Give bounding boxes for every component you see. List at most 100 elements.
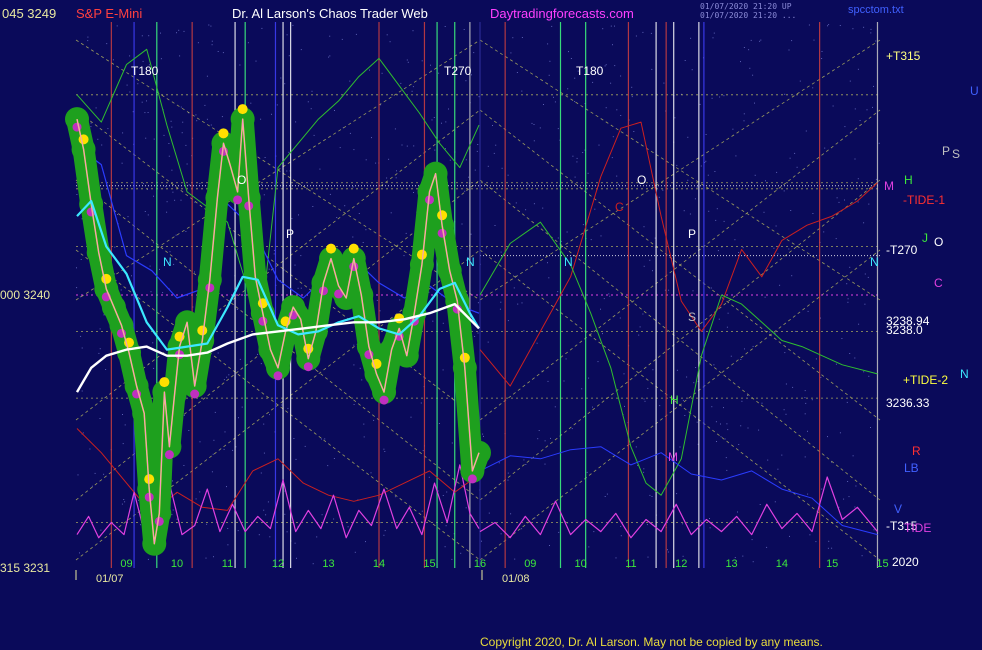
star-dot	[533, 124, 535, 125]
star-dot	[176, 518, 178, 520]
star-dot	[784, 352, 786, 354]
star-dot	[723, 407, 724, 409]
star-dot	[696, 421, 698, 423]
star-dot	[667, 549, 668, 551]
timestamp-2: 01/07/2020 21:20 ...	[700, 11, 797, 20]
star-dot	[166, 211, 168, 213]
star-dot	[783, 190, 785, 192]
hour-tick-label: 11	[222, 558, 233, 570]
star-dot	[608, 293, 610, 295]
star-dot	[328, 56, 330, 58]
star-dot	[523, 330, 525, 332]
star-dot	[237, 530, 239, 532]
outside-label: S	[952, 147, 960, 161]
star-dot	[349, 80, 351, 82]
star-dot	[171, 514, 173, 516]
star-dot	[239, 358, 241, 360]
star-dot	[858, 323, 860, 325]
star-dot	[517, 303, 519, 305]
star-dot	[312, 563, 314, 565]
star-dot	[512, 37, 514, 39]
gold-bar-dot	[326, 243, 337, 254]
star-dot	[726, 423, 728, 425]
star-dot	[709, 527, 711, 529]
star-dot	[859, 120, 861, 121]
star-dot	[268, 268, 270, 270]
star-dot	[602, 333, 603, 335]
point-label: T180	[576, 64, 604, 78]
star-dot	[513, 287, 515, 289]
star-dot	[260, 472, 262, 474]
star-dot	[98, 352, 100, 354]
star-dot	[682, 555, 684, 557]
gold-bar-dot	[459, 352, 470, 363]
star-dot	[811, 399, 813, 401]
star-dot	[804, 413, 806, 415]
star-dot	[616, 109, 618, 111]
star-dot	[774, 501, 776, 503]
star-dot	[217, 352, 219, 354]
star-dot	[80, 335, 82, 337]
star-dot	[388, 158, 390, 160]
star-dot	[294, 542, 296, 544]
star-dot	[848, 496, 850, 498]
star-dot	[451, 442, 453, 444]
star-dot	[751, 539, 753, 541]
star-dot	[396, 170, 397, 172]
star-dot	[180, 106, 182, 108]
star-dot	[551, 25, 553, 27]
star-dot	[593, 531, 595, 533]
star-dot	[748, 49, 750, 51]
star-dot	[163, 134, 165, 136]
star-dot	[742, 247, 744, 249]
star-dot	[827, 25, 828, 27]
star-dot	[239, 64, 241, 66]
star-dot	[605, 64, 607, 66]
star-dot	[280, 77, 282, 79]
star-dot	[180, 199, 182, 201]
star-dot	[710, 287, 712, 289]
star-dot	[76, 194, 78, 195]
star-dot	[870, 427, 871, 428]
star-dot	[334, 110, 335, 111]
star-dot	[287, 407, 289, 409]
star-dot	[740, 359, 742, 360]
star-dot	[643, 471, 645, 473]
point-label: P	[286, 227, 294, 241]
point-label: T180	[131, 64, 159, 78]
star-dot	[476, 150, 478, 152]
star-dot	[103, 473, 105, 475]
star-dot	[347, 526, 349, 528]
star-dot	[463, 29, 465, 30]
outside-label: U	[970, 84, 979, 98]
star-dot	[835, 363, 837, 365]
star-dot	[494, 225, 496, 226]
star-dot	[576, 161, 578, 163]
star-dot	[79, 552, 80, 554]
star-dot	[76, 287, 78, 289]
star-dot	[336, 217, 338, 218]
star-dot	[228, 374, 230, 376]
star-dot	[448, 108, 449, 110]
star-dot	[868, 203, 870, 205]
star-dot	[790, 210, 792, 211]
star-dot	[784, 93, 786, 95]
star-dot	[864, 303, 866, 305]
star-dot	[754, 102, 755, 104]
hour-tick-label: 14	[373, 558, 385, 570]
star-dot	[286, 531, 288, 533]
star-dot	[747, 427, 749, 429]
right-panel-label: 3236.33	[886, 396, 930, 410]
star-dot	[558, 531, 560, 533]
right-panel-label: M	[884, 179, 894, 193]
star-dot	[211, 40, 213, 42]
star-dot	[142, 60, 144, 62]
star-dot	[689, 213, 691, 215]
star-dot	[767, 459, 769, 461]
star-dot	[195, 498, 197, 500]
star-dot	[857, 68, 859, 70]
star-dot	[363, 423, 365, 425]
site-url[interactable]: Daytradingforecasts.com	[490, 6, 634, 21]
star-dot	[635, 35, 637, 37]
right-panel-label: 2020	[892, 555, 919, 569]
